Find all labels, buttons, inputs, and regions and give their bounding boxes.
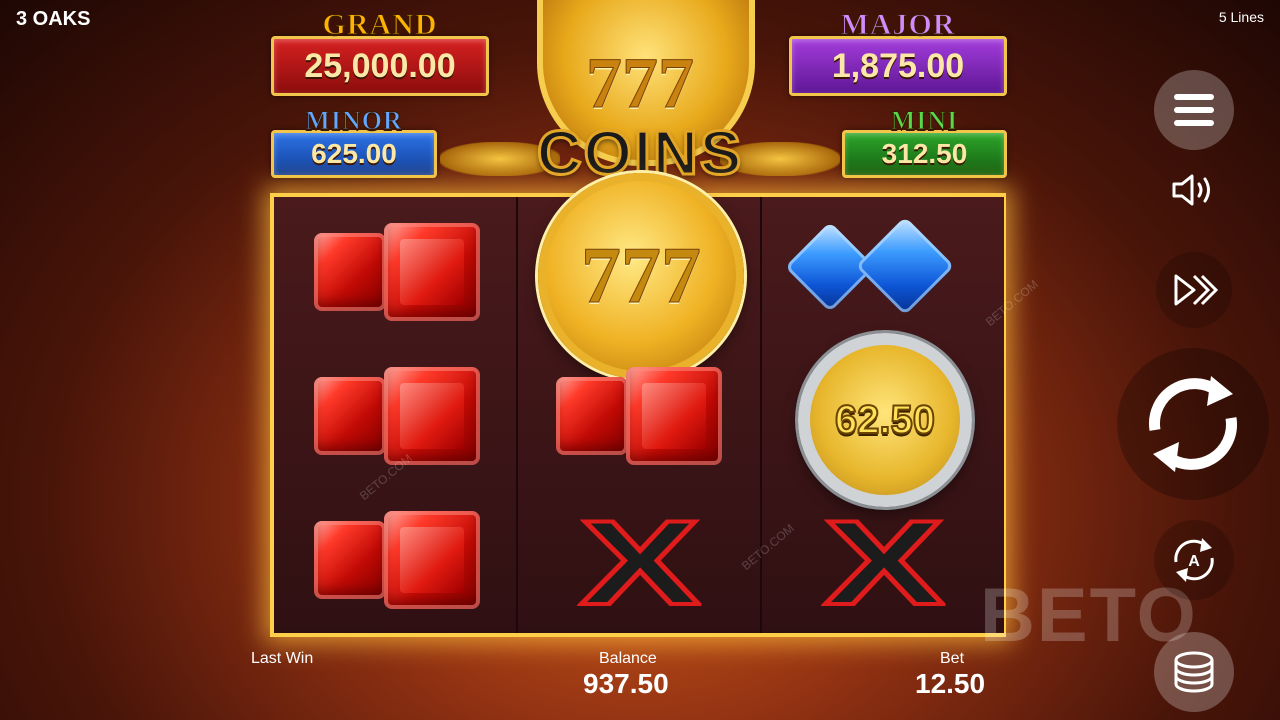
spin-icon xyxy=(1149,376,1237,472)
jackpot-major-value: 1,875.00 xyxy=(789,36,1007,96)
balance-label: Balance xyxy=(599,650,657,667)
last-win-label: Last Win xyxy=(251,650,314,667)
balance-value: 937.50 xyxy=(583,668,669,699)
coin-777-symbol: 777 xyxy=(538,173,744,379)
autoplay-letter: A xyxy=(1188,553,1200,570)
reel-1 xyxy=(274,197,516,633)
diamond-symbol xyxy=(784,216,964,317)
bet-button[interactable] xyxy=(1154,632,1234,712)
ruby-symbol xyxy=(314,223,480,321)
ruby-symbol xyxy=(556,367,722,465)
jackpot-minor-value: 625.00 xyxy=(271,130,437,178)
menu-button[interactable] xyxy=(1154,70,1234,150)
logo-numerals: 777 xyxy=(586,43,695,124)
silver-coin-value: 62.50 xyxy=(834,397,936,443)
jackpot-grand-value: 25,000.00 xyxy=(271,36,489,96)
fast-forward-icon xyxy=(1174,274,1218,306)
jackpot-minor: MINOR 625.00 xyxy=(271,107,437,178)
jackpot-grand: GRAND 25,000.00 xyxy=(271,9,489,96)
autoplay-icon: A xyxy=(1174,538,1214,582)
bet-value: 12.50 xyxy=(915,668,986,699)
reel-3: 62.50 X xyxy=(762,197,1004,633)
jackpot-mini: MINI 312.50 xyxy=(842,107,1007,178)
jackpot-mini-value: 312.50 xyxy=(842,130,1007,178)
menu-icon xyxy=(1174,87,1214,133)
sound-button[interactable] xyxy=(1168,164,1220,216)
speaker-icon xyxy=(1172,174,1210,206)
jackpot-major: MAJOR 1,875.00 xyxy=(789,9,1007,96)
paylines-label: 5 Lines xyxy=(1218,9,1264,25)
spin-button[interactable] xyxy=(1117,348,1269,500)
reel-2: 777 X xyxy=(518,173,760,633)
ruby-symbol xyxy=(314,367,480,465)
bet-label: Bet xyxy=(940,650,965,667)
coin-stack-icon xyxy=(1174,651,1214,693)
silver-coin-symbol: 62.50 xyxy=(798,333,972,507)
x-symbol: X xyxy=(821,496,947,630)
ruby-symbol xyxy=(314,511,480,609)
x-symbol: X xyxy=(577,496,703,630)
autoplay-button[interactable]: A xyxy=(1154,520,1234,600)
brand-logo: 3 OAKS xyxy=(16,8,91,30)
reel-grid: 777 X 62.50 X xyxy=(270,173,1006,637)
turbo-button[interactable] xyxy=(1156,252,1232,328)
